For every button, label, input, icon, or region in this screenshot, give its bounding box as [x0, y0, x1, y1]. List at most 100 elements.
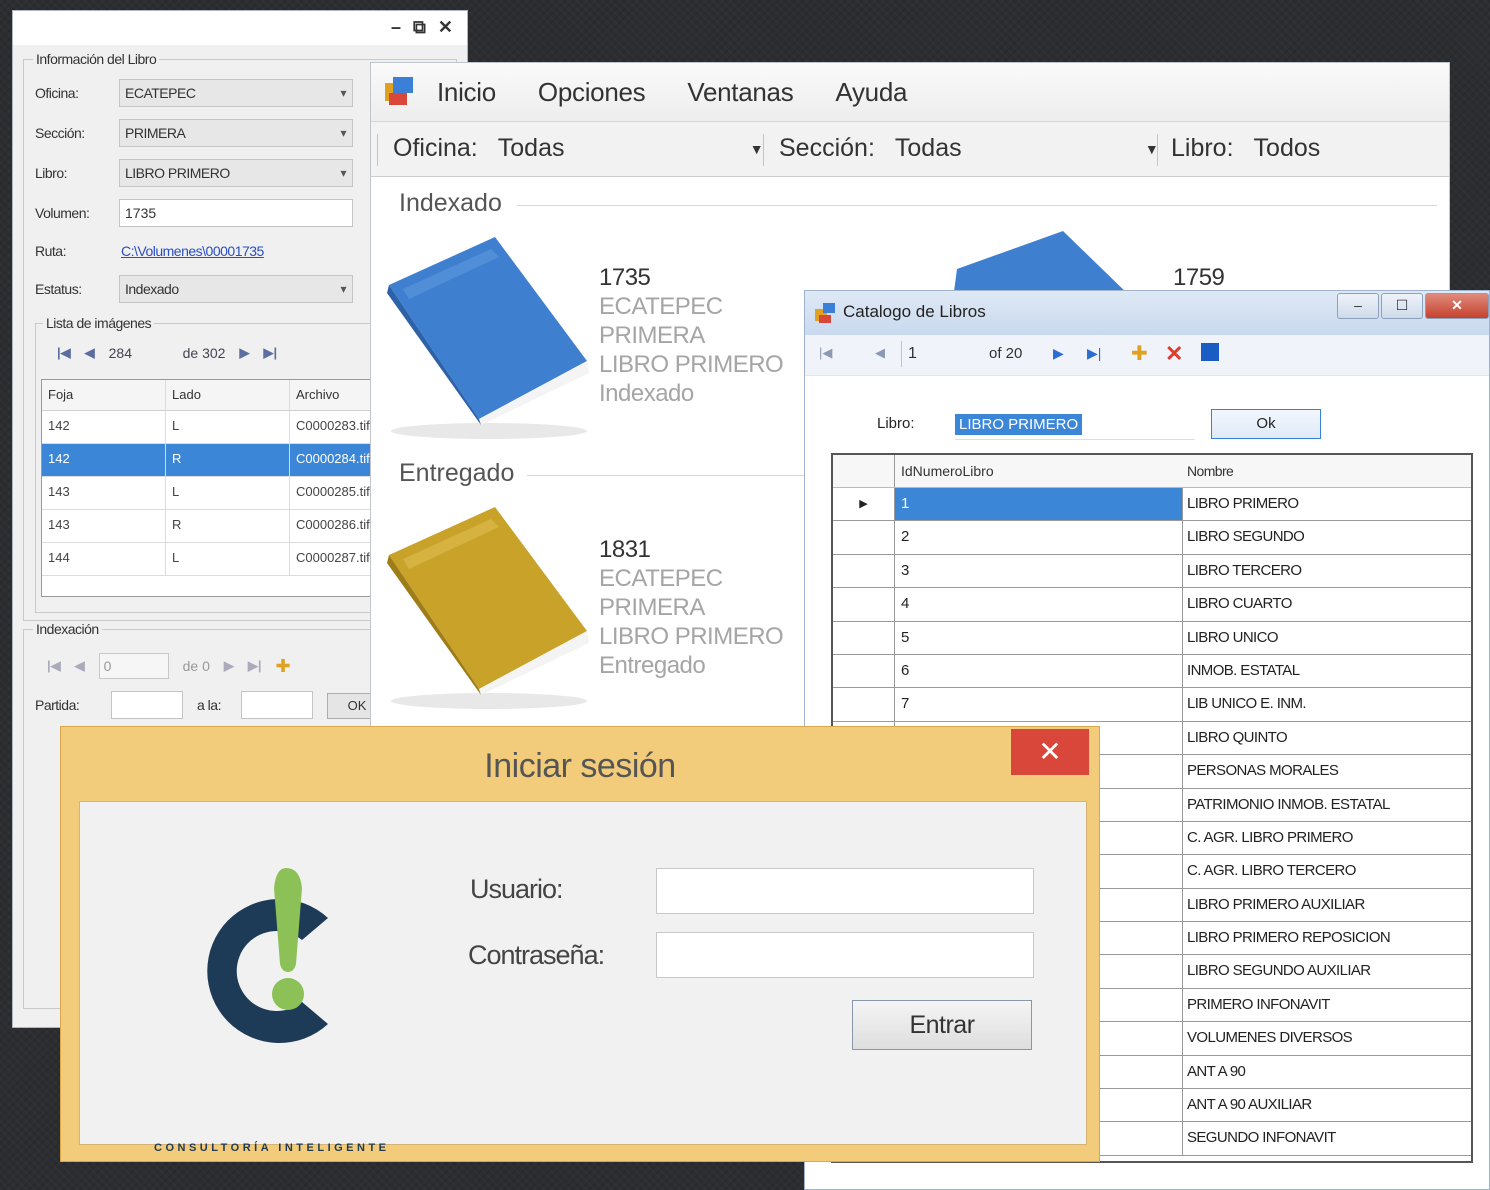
- catalog-libro-input[interactable]: LIBRO PRIMERO: [955, 411, 1195, 440]
- image-nav-current[interactable]: 284: [109, 345, 169, 361]
- menu-ventanas[interactable]: Ventanas: [687, 77, 793, 108]
- oficina-select[interactable]: ECATEPEC ▾: [119, 79, 353, 107]
- contrasena-label: Contraseña:: [468, 940, 605, 970]
- catalog-ok-button[interactable]: Ok: [1211, 409, 1321, 439]
- table-row[interactable]: 4 LIBRO CUARTO: [833, 588, 1471, 622]
- table-row[interactable]: 6 INMOB. ESTATAL: [833, 654, 1471, 689]
- current-row-indicator[interactable]: ▶: [833, 488, 895, 521]
- app-icon[interactable]: [383, 75, 417, 109]
- table-row-selected[interactable]: 142 R C0000284.tif: [42, 444, 382, 477]
- book-seccion: PRIMERA: [599, 594, 705, 621]
- seccion-select[interactable]: PRIMERA ▾: [119, 119, 353, 147]
- row-header[interactable]: [833, 521, 895, 554]
- book-volumen: 1759: [1173, 264, 1225, 291]
- book-icon-entregado[interactable]: [379, 499, 599, 720]
- menu-opciones[interactable]: Opciones: [538, 77, 646, 108]
- libro-filter-value[interactable]: Todos: [1254, 134, 1321, 163]
- book-info-indexado-2: 1759: [1173, 263, 1225, 292]
- save-icon[interactable]: [1201, 343, 1219, 361]
- partida-input[interactable]: [111, 691, 183, 719]
- cell-foja: 143: [42, 510, 166, 542]
- next-page-icon[interactable]: ▶: [239, 345, 249, 361]
- table-row[interactable]: 7 LIB UNICO E. INM.: [833, 688, 1471, 722]
- ruta-link[interactable]: C:\Volumenes\00001735: [121, 243, 264, 259]
- table-row[interactable]: 142 L C0000283.tif: [42, 411, 382, 444]
- catalog-nav-current[interactable]: 1: [901, 341, 992, 367]
- close-button[interactable]: ✕: [1425, 293, 1489, 319]
- next-page-icon[interactable]: ▶: [1053, 345, 1064, 362]
- libro-filter-label: Libro:: [1171, 134, 1234, 162]
- cell-lado: L: [166, 477, 290, 509]
- menu-ayuda[interactable]: Ayuda: [835, 77, 907, 108]
- last-page-icon[interactable]: ▶|: [1087, 345, 1101, 362]
- first-page-icon[interactable]: |◀: [47, 658, 61, 674]
- cell-nombre: LIBRO PRIMERO REPOSICION: [1187, 929, 1391, 947]
- last-page-icon[interactable]: ▶|: [263, 345, 277, 361]
- cell-nombre: PERSONAS MORALES: [1187, 762, 1339, 780]
- image-grid[interactable]: Foja Lado Archivo 142 L C0000283.tif 142 R C…: [41, 379, 383, 597]
- col-nombre[interactable]: Nombre: [1183, 455, 1471, 487]
- row-header[interactable]: [833, 554, 895, 588]
- login-title: Iniciar sesión: [484, 747, 676, 785]
- prev-page-icon[interactable]: ◀: [85, 345, 95, 361]
- minimize-icon[interactable]: –: [391, 17, 401, 38]
- volumen-label: Volumen:: [35, 205, 90, 221]
- cell-archivo: C0000284.tif: [296, 451, 370, 466]
- row-header[interactable]: [833, 588, 895, 621]
- estatus-select-value: Indexado: [125, 281, 179, 297]
- oficina-filter-value[interactable]: Todas: [498, 134, 730, 163]
- close-icon[interactable]: ✕: [438, 17, 453, 38]
- estatus-select[interactable]: Indexado ▾: [119, 275, 353, 303]
- a-la-input[interactable]: [241, 691, 313, 719]
- col-lado[interactable]: Lado: [166, 380, 290, 410]
- table-row[interactable]: 143 L C0000285.tif: [42, 477, 382, 510]
- cell-lado: L: [166, 411, 290, 443]
- contrasena-input[interactable]: [656, 932, 1034, 978]
- volumen-input[interactable]: 1735: [119, 199, 353, 227]
- book-libro: LIBRO PRIMERO: [599, 351, 784, 378]
- table-row[interactable]: 5 LIBRO UNICO: [833, 621, 1471, 655]
- delete-icon[interactable]: ✕: [1165, 341, 1183, 367]
- cell-nombre: INMOB. ESTATAL: [1187, 661, 1300, 679]
- login-close-button[interactable]: ✕: [1011, 729, 1089, 775]
- minimize-button[interactable]: –: [1337, 293, 1379, 319]
- table-row[interactable]: 143 R C0000286.tif: [42, 510, 382, 543]
- chevron-down-icon: ▾: [340, 166, 346, 180]
- row-header[interactable]: [833, 654, 895, 688]
- table-row[interactable]: 2 LIBRO SEGUNDO: [833, 521, 1471, 555]
- book-icon-indexado[interactable]: [379, 229, 599, 450]
- prev-page-icon[interactable]: ◀: [875, 345, 885, 361]
- libro-filter[interactable]: Libro: Todos: [1171, 134, 1320, 163]
- maximize-button[interactable]: ☐: [1381, 293, 1423, 319]
- menu-inicio[interactable]: Inicio: [437, 77, 496, 108]
- add-icon[interactable]: ✚: [276, 656, 291, 677]
- col-foja[interactable]: Foja: [42, 380, 166, 410]
- add-icon[interactable]: ✚: [1131, 341, 1148, 366]
- cell-nombre: LIBRO PRIMERO AUXILIAR: [1187, 895, 1365, 913]
- cell-nombre: ANT A 90 AUXILIAR: [1187, 1096, 1312, 1114]
- indexing-nav-current[interactable]: 0: [98, 653, 169, 679]
- last-page-icon[interactable]: ▶|: [248, 658, 262, 674]
- table-row[interactable]: ▶ 1 LIBRO PRIMERO: [833, 488, 1471, 522]
- col-idnumerolibro[interactable]: IdNumeroLibro: [895, 455, 1183, 487]
- row-header[interactable]: [833, 621, 895, 654]
- first-page-icon[interactable]: |◀: [57, 345, 71, 361]
- restore-icon[interactable]: ⧉: [413, 17, 426, 38]
- first-page-icon[interactable]: |◀: [819, 345, 832, 361]
- row-header[interactable]: [833, 688, 895, 721]
- oficina-filter[interactable]: Oficina: Todas ▼: [393, 134, 764, 163]
- seccion-filter-value[interactable]: Todas: [895, 134, 1125, 163]
- app-icon: [815, 303, 835, 323]
- libro-select[interactable]: LIBRO PRIMERO ▾: [119, 159, 353, 187]
- chevron-down-icon[interactable]: ▼: [750, 141, 764, 157]
- table-row[interactable]: 3 LIBRO TERCERO: [833, 554, 1471, 589]
- entrar-button[interactable]: Entrar: [852, 1000, 1032, 1050]
- prev-page-icon[interactable]: ◀: [75, 658, 85, 674]
- usuario-input[interactable]: [656, 868, 1034, 914]
- cell-lado: L: [166, 543, 290, 575]
- seccion-filter[interactable]: Sección: Todas ▼: [779, 134, 1159, 163]
- next-page-icon[interactable]: ▶: [224, 658, 234, 674]
- table-row[interactable]: 144 L C0000287.tif: [42, 543, 382, 576]
- col-archivo[interactable]: Archivo: [290, 380, 382, 410]
- catalog-grid-header: IdNumeroLibro Nombre: [833, 455, 1471, 488]
